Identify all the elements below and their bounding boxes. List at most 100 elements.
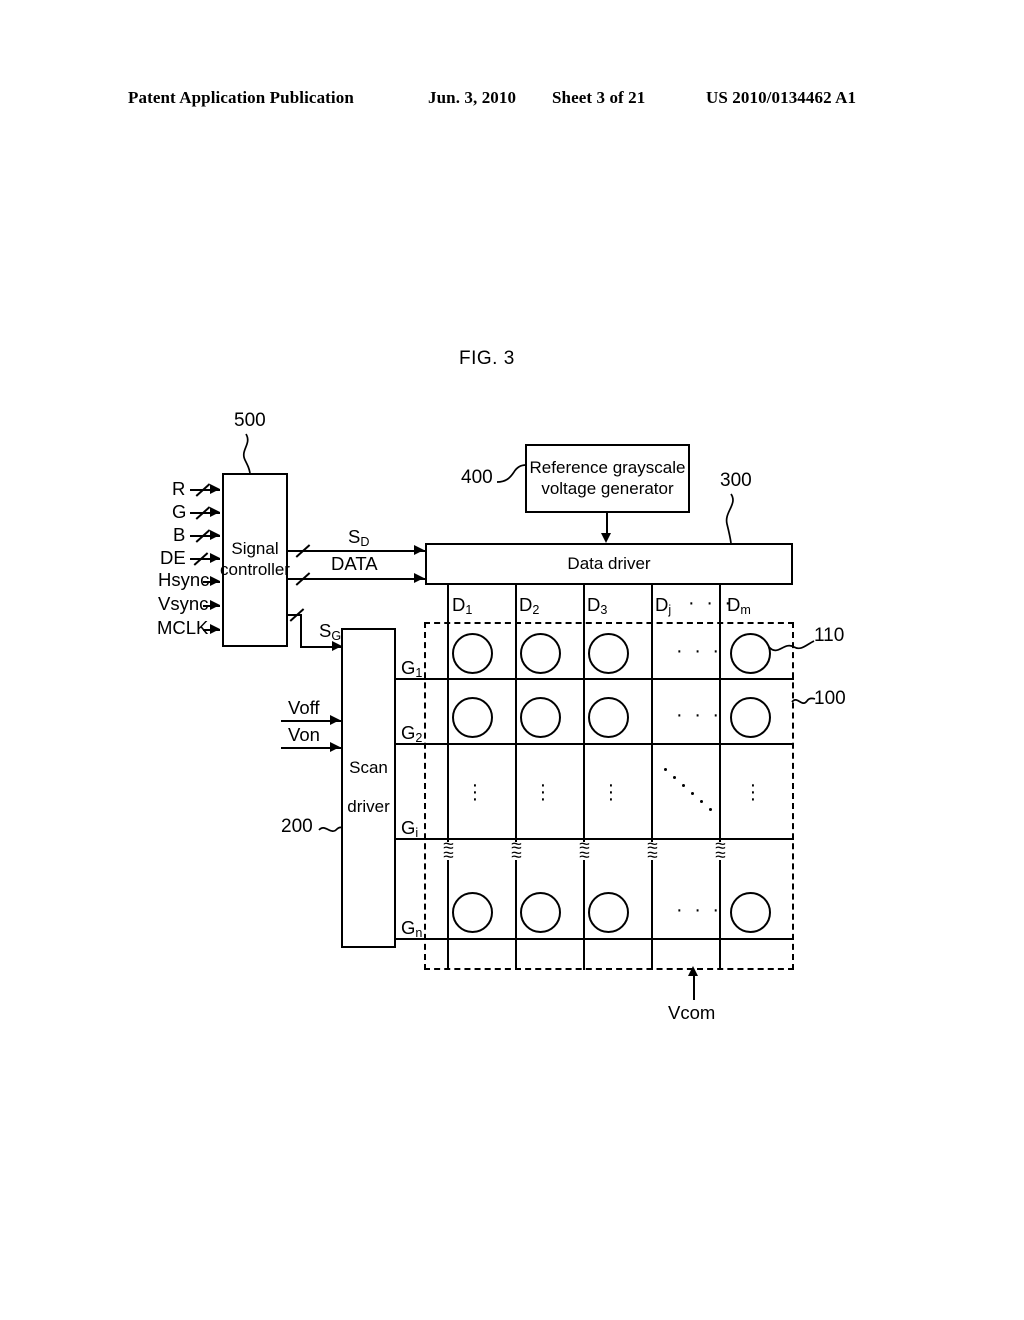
pixel-row1-ellipsis: · · · [676, 640, 723, 662]
header-date: Jun. 3, 2010 [428, 88, 517, 107]
signal-arrow-data [414, 573, 424, 583]
input-arrow-de [210, 553, 220, 563]
input-label-de: DE [160, 547, 186, 568]
pixel-r2-c1 [452, 697, 493, 738]
input-arrow-b [210, 530, 220, 540]
pixel-rn-c3 [588, 892, 629, 933]
gate-line-gn [396, 938, 794, 941]
scan-driver-block[interactable]: Scan driver [341, 628, 396, 948]
pixel-rn-c2 [520, 892, 561, 933]
ref-500: 500 [234, 410, 266, 431]
ref-200: 200 [281, 816, 313, 837]
input-label-b: B [173, 524, 186, 545]
vcom-label: Vcom [668, 1002, 716, 1023]
data-line-dj [651, 585, 654, 970]
scan-input-label-von: Von [288, 724, 320, 745]
break-mark-d2: ≈ ≈ [507, 837, 526, 865]
data-line-label-d1: D1 [452, 594, 473, 617]
pixel-r2-c3 [588, 697, 629, 738]
ref-gen-label-line1: Reference grayscale [529, 457, 686, 477]
ref-gen-label-line2: voltage generator [541, 478, 674, 498]
header-patent-number: US 2010/0134462 A1 [706, 88, 857, 107]
gate-line-label-g2: G2 [401, 722, 423, 745]
leader-500 [243, 433, 251, 474]
leader-110 [768, 640, 815, 652]
gate-line-gi [396, 838, 794, 841]
column-ellipsis-c3: · · · [607, 774, 615, 810]
signal-arrow-sd [414, 545, 424, 555]
input-label-mclk: MCLK [157, 617, 209, 638]
signal-controller-label-line1: Signal [231, 539, 279, 559]
data-line-label-dm: Dm [727, 594, 751, 617]
break-mark-d1: ≈ ≈ [439, 837, 458, 865]
leader-400 [496, 464, 527, 483]
column-ellipsis-c2: · · · [539, 774, 547, 810]
ref-400: 400 [461, 467, 493, 488]
input-arrow-vsync [210, 600, 220, 610]
column-ellipsis-c1: · · · [471, 774, 479, 810]
gate-line-g1 [396, 678, 794, 681]
pixel-rown-ellipsis: · · · [676, 899, 723, 921]
scan-driver-label-line2: driver [347, 797, 390, 816]
refgen-to-datadriver-arrow [601, 533, 611, 543]
input-label-g: G [172, 501, 187, 522]
pixel-r1-c2 [520, 633, 561, 674]
scan-driver-label-line1: Scan [349, 758, 388, 778]
data-line-label-d2: D2 [519, 594, 540, 617]
signal-line-data [288, 578, 425, 581]
gate-line-label-gi: Gi [401, 817, 419, 840]
pixel-rn-c1 [452, 892, 493, 933]
break-mark-dm: ≈ ≈ [711, 837, 730, 865]
leader-300 [725, 493, 734, 544]
pixel-r1-cm [730, 633, 771, 674]
page-header: Patent Application Publication Jun. 3, 2… [0, 88, 1024, 116]
input-arrow-mclk [210, 624, 220, 634]
sg-line-seg2 [300, 614, 303, 648]
signal-label-sg: SG [319, 620, 342, 643]
data-line-d2 [515, 585, 518, 970]
break-mark-dj: ≈ ≈ [643, 837, 662, 865]
gate-line-label-gn: Gn [401, 917, 423, 940]
header-sheet: Sheet 3 of 21 [552, 88, 646, 107]
signal-controller-label-line2: controller [220, 560, 290, 579]
figure-title: FIG. 3 [459, 348, 515, 369]
signal-label-data: DATA [331, 553, 378, 574]
data-line-label-dj: Dj [655, 594, 672, 617]
input-label-hsync: Hsync [158, 569, 210, 590]
input-arrow-r [210, 484, 220, 494]
column-ellipsis-cm: · · · [749, 774, 757, 810]
input-arrow-hsync [210, 576, 220, 586]
pixel-r2-c2 [520, 697, 561, 738]
scan-input-arrow-von [330, 742, 340, 752]
signal-line-sd [288, 550, 425, 553]
scan-input-label-voff: Voff [288, 697, 320, 718]
gate-line-label-g1: G1 [401, 657, 423, 680]
pixel-r1-c1 [452, 633, 493, 674]
leader-100 [791, 697, 816, 704]
pixel-rn-cm [730, 892, 771, 933]
signal-label-sd: SD [348, 526, 370, 549]
data-driver-label: Data driver [567, 553, 651, 573]
vcom-arrow [688, 966, 698, 976]
data-line-d3 [583, 585, 586, 970]
data-line-d1 [447, 585, 450, 970]
ref-300: 300 [720, 470, 752, 491]
pixel-r1-c3 [588, 633, 629, 674]
pixel-row2-ellipsis: · · · [676, 704, 723, 726]
ref-100: 100 [814, 688, 846, 709]
signal-controller-block[interactable]: Signal controller [220, 473, 290, 647]
scan-input-arrow-voff [330, 715, 340, 725]
vcom-line [693, 972, 696, 1000]
data-line-label-d3: D3 [587, 594, 608, 617]
diagonal-ellipsis [664, 768, 716, 812]
reference-grayscale-voltage-generator-block[interactable]: Reference grayscale voltage generator [525, 444, 690, 513]
ref-110: 110 [814, 625, 845, 646]
input-label-r: R [172, 478, 186, 499]
gate-line-g2 [396, 743, 794, 746]
pixel-r2-cm [730, 697, 771, 738]
input-arrow-g [210, 507, 220, 517]
header-publication: Patent Application Publication [128, 88, 354, 107]
data-driver-block[interactable]: Data driver [425, 543, 793, 585]
break-mark-d3: ≈ ≈ [575, 837, 594, 865]
input-label-vsync: Vsync [158, 593, 209, 614]
